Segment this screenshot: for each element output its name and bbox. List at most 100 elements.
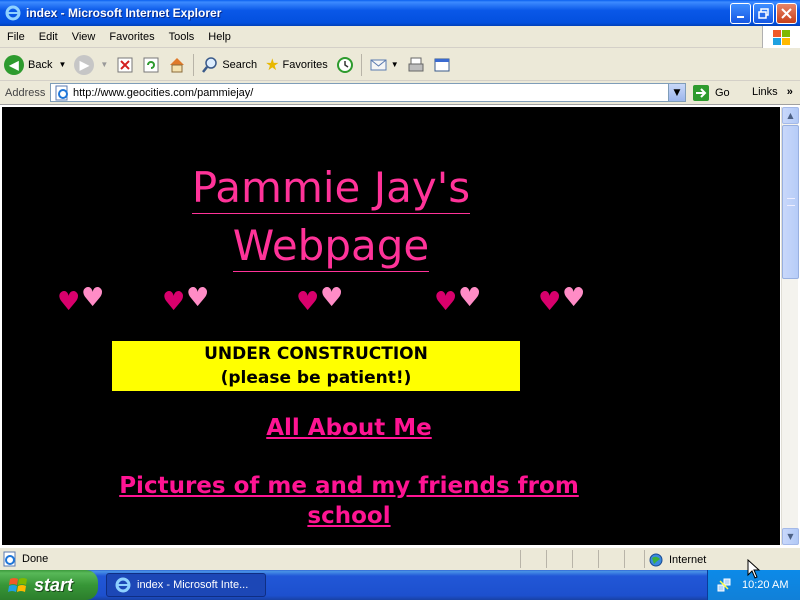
security-zone[interactable]: Internet <box>648 552 706 568</box>
address-dropdown-button[interactable]: ▼ <box>668 84 685 101</box>
links-toolbar[interactable]: Links » <box>752 86 793 98</box>
go-label: Go <box>715 87 730 99</box>
home-button[interactable] <box>164 52 190 78</box>
construction-line2: (please be patient!) <box>220 368 412 388</box>
mail-dropdown-icon[interactable]: ▼ <box>391 60 399 69</box>
link-pictures-line2[interactable]: school <box>2 501 696 531</box>
construction-line1: UNDER CONSTRUCTION <box>204 344 428 364</box>
status-bar: Done Internet <box>0 547 800 569</box>
address-label: Address <box>5 86 46 99</box>
back-arrow-icon: ◀ <box>4 54 24 75</box>
status-divider <box>546 550 547 568</box>
search-icon <box>202 56 218 73</box>
status-divider <box>624 550 625 568</box>
status-text: Done <box>22 552 49 565</box>
menu-help[interactable]: Help <box>201 31 238 43</box>
refresh-icon <box>143 57 159 72</box>
browser-viewport: Pammie Jay's Webpage ♥ ♥ ♥ ♥ ♥ ♥ ♥ ♥ ♥ ♥ UNDE… <box>0 105 800 547</box>
under-construction-banner: UNDER CONSTRUCTION (please be patient!) <box>112 341 520 391</box>
taskbar-item-ie[interactable]: index - Microsoft Inte... <box>106 573 266 597</box>
maximize-button[interactable] <box>753 3 774 24</box>
network-icon[interactable] <box>716 577 732 593</box>
mail-button[interactable]: ▼ <box>365 52 403 78</box>
favorites-button[interactable]: ★ Favorites <box>261 52 332 78</box>
start-button[interactable]: start <box>0 570 98 600</box>
status-divider <box>644 550 645 568</box>
address-input[interactable] <box>73 84 653 101</box>
menu-edit[interactable]: Edit <box>32 31 65 43</box>
start-label: start <box>34 574 74 595</box>
address-field[interactable]: ▼ <box>50 83 686 102</box>
status-divider <box>520 550 521 568</box>
windows-flag-icon <box>8 578 27 592</box>
window-title: index - Microsoft Internet Explorer <box>26 6 222 20</box>
taskbar: start index - Microsoft Inte... 10:20 AM <box>0 570 800 600</box>
menu-tools[interactable]: Tools <box>162 31 202 43</box>
clock[interactable]: 10:20 AM <box>742 579 788 591</box>
favorites-label: Favorites <box>282 58 328 71</box>
minimize-button[interactable] <box>730 3 751 24</box>
home-icon <box>170 57 185 72</box>
status-divider <box>572 550 573 568</box>
scroll-down-button[interactable]: ▼ <box>782 528 799 545</box>
menu-file[interactable]: File <box>0 31 32 43</box>
restore-icon <box>758 8 769 19</box>
status-divider <box>598 550 599 568</box>
minimize-icon <box>736 15 744 18</box>
search-button[interactable]: Search <box>197 52 261 78</box>
chevron-down-icon: ▼ <box>673 87 681 98</box>
ie-icon <box>115 577 131 593</box>
standard-toolbar: ◀ Back ▼ ▶ ▼ Search ★ Favorites ▼ <box>0 49 800 81</box>
arrow-down-icon: ▼ <box>787 532 794 541</box>
forward-button[interactable]: ▶ ▼ <box>70 52 112 78</box>
print-button[interactable] <box>403 52 429 78</box>
edit-button[interactable] <box>429 52 455 78</box>
link-pictures-line1[interactable]: Pictures of me and my friends from <box>2 471 696 501</box>
edit-page-icon <box>434 58 450 71</box>
page-done-icon <box>3 551 16 566</box>
forward-dropdown-icon[interactable]: ▼ <box>100 60 108 69</box>
links-label: Links <box>752 86 778 98</box>
mail-icon <box>370 59 387 70</box>
page-title-line1: Pammie Jay's <box>191 163 471 214</box>
history-button[interactable] <box>332 52 358 78</box>
go-button[interactable]: Go <box>692 84 730 102</box>
mouse-cursor-icon <box>747 559 761 579</box>
toolbar-separator <box>193 53 195 76</box>
menu-bar: File Edit View Favorites Tools Help <box>0 26 800 48</box>
back-button[interactable]: ◀ Back ▼ <box>0 52 70 78</box>
page-title-line2: Webpage <box>232 221 430 272</box>
go-arrow-icon <box>693 85 709 101</box>
forward-arrow-icon: ▶ <box>74 54 95 75</box>
chevron-right-icon: » <box>786 86 793 98</box>
refresh-button[interactable] <box>138 52 164 78</box>
stop-icon <box>117 57 133 72</box>
menu-favorites[interactable]: Favorites <box>102 31 161 43</box>
close-icon <box>781 8 792 19</box>
page-icon <box>55 85 68 100</box>
taskbar-item-label: index - Microsoft Inte... <box>137 579 249 591</box>
title-bar[interactable]: index - Microsoft Internet Explorer <box>0 0 800 26</box>
menu-view[interactable]: View <box>65 31 103 43</box>
favorites-star-icon: ★ <box>265 56 280 74</box>
search-label: Search <box>222 58 258 71</box>
scroll-up-button[interactable]: ▲ <box>782 107 799 124</box>
toolbar-separator <box>360 53 362 76</box>
link-all-about-me[interactable]: All About Me <box>2 413 696 443</box>
back-label: Back <box>28 58 53 71</box>
zone-label: Internet <box>669 554 707 566</box>
vertical-scrollbar[interactable]: ▲ ▼ <box>781 107 799 545</box>
scrollbar-thumb[interactable] <box>782 125 799 279</box>
webpage: Pammie Jay's Webpage ♥ ♥ ♥ ♥ ♥ ♥ ♥ ♥ ♥ ♥ UNDE… <box>2 107 780 545</box>
history-icon <box>336 56 353 73</box>
arrow-up-icon: ▲ <box>787 111 794 120</box>
windows-logo-icon <box>762 26 800 48</box>
close-button[interactable] <box>776 3 797 24</box>
stop-button[interactable] <box>112 52 138 78</box>
address-bar: Address ▼ Go Links » <box>0 81 800 105</box>
ie-icon <box>5 5 21 21</box>
print-icon <box>408 57 424 71</box>
grip-icon <box>787 198 795 206</box>
globe-icon <box>649 553 663 567</box>
back-dropdown-icon[interactable]: ▼ <box>58 60 66 69</box>
